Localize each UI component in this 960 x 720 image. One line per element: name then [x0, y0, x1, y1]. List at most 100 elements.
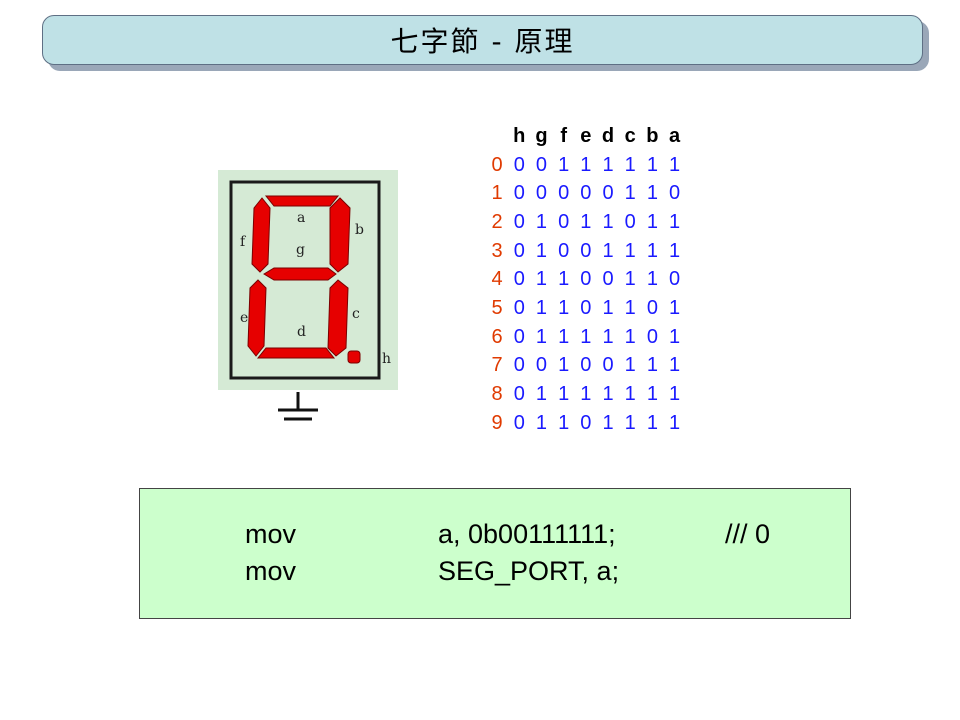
- bit-cell: 0: [513, 296, 525, 319]
- segment-g: [263, 267, 337, 281]
- bit-cell: 1: [669, 411, 681, 434]
- table-row: 000111111: [486, 151, 686, 180]
- header-cell: f: [560, 124, 567, 147]
- code-block: mov a, 0b00111111; /// 0 mov SEG_PORT, a…: [139, 488, 851, 619]
- bit-cell: 1: [602, 153, 614, 176]
- seven-segment-diagram: a b c d e f g h: [218, 170, 398, 421]
- bit-cell: 1: [669, 210, 681, 233]
- bit-cell: 1: [669, 325, 681, 348]
- bit-cell: 0: [513, 411, 525, 434]
- bit-cell: 1: [535, 296, 548, 319]
- bit-cell: 1: [624, 182, 636, 205]
- bit-cell: 1: [624, 354, 636, 377]
- bit-cell: 1: [535, 383, 548, 406]
- bit-cell: 0: [580, 182, 592, 205]
- bit-cell: 0: [624, 210, 636, 233]
- bit-cell: 1: [535, 239, 548, 262]
- bit-cell: 0: [580, 268, 592, 291]
- bit-cell: 0: [669, 182, 681, 205]
- bit-cell: 1: [624, 383, 636, 406]
- bit-cell: 1: [558, 296, 570, 319]
- header-cell: h: [513, 124, 526, 147]
- header-cell: d: [601, 124, 615, 147]
- code-line-2-op: mov: [245, 556, 297, 586]
- bit-cell: 0: [513, 354, 525, 377]
- header-cell: g: [535, 124, 548, 147]
- bit-cell: 1: [580, 153, 592, 176]
- bit-cell: 1: [669, 383, 681, 406]
- code-line-1-args: a, 0b00111111;: [438, 519, 616, 549]
- bit-cell: 0: [535, 354, 548, 377]
- label-g: g: [296, 242, 305, 258]
- bit-cell: 0: [602, 182, 614, 205]
- label-b: b: [355, 222, 364, 238]
- bit-cell: 1: [602, 383, 614, 406]
- bit-cell: 0: [580, 239, 592, 262]
- segment-a: [264, 195, 340, 207]
- bit-cell: 1: [624, 153, 636, 176]
- digit-cell: 8: [491, 383, 503, 406]
- bit-cell: 1: [535, 268, 548, 291]
- digit-cell: 7: [491, 354, 503, 377]
- digit-cell: 6: [491, 325, 503, 348]
- bit-cell: 1: [669, 354, 681, 377]
- segment-d: [256, 347, 336, 359]
- bit-cell: 0: [580, 354, 592, 377]
- bit-cell: 1: [580, 383, 592, 406]
- bit-cell: 1: [558, 325, 570, 348]
- bit-cell: 1: [624, 296, 636, 319]
- bit-cell: 1: [646, 239, 658, 262]
- bit-cell: 1: [646, 210, 658, 233]
- bit-cell: 0: [669, 268, 681, 291]
- bit-cell: 0: [602, 268, 614, 291]
- bit-cell: 0: [535, 153, 548, 176]
- table-row: 601111101: [486, 323, 686, 352]
- bit-cell: 0: [513, 383, 525, 406]
- bit-cell: 1: [624, 239, 636, 262]
- label-h: h: [382, 351, 391, 367]
- bit-cell: 1: [602, 411, 614, 434]
- bit-cell: 1: [646, 153, 658, 176]
- bit-cell: 1: [624, 268, 636, 291]
- bit-cell: 1: [669, 239, 681, 262]
- bit-cell: 1: [558, 411, 570, 434]
- digit-cell: 4: [491, 268, 503, 291]
- table-row: 100000110: [486, 179, 686, 208]
- bit-cell: 1: [669, 153, 681, 176]
- digit-cell: 0: [491, 153, 503, 176]
- bit-cell: 0: [513, 182, 525, 205]
- bit-cell: 1: [602, 210, 614, 233]
- bit-cell: 0: [580, 296, 592, 319]
- table-row: 901101111: [486, 409, 686, 438]
- label-a: a: [297, 210, 305, 226]
- bit-cell: 0: [513, 268, 525, 291]
- bit-cell: 0: [513, 210, 525, 233]
- label-e: e: [240, 310, 248, 326]
- bit-cell: 0: [558, 210, 570, 233]
- digit-cell: 1: [491, 182, 503, 205]
- bit-cell: 1: [602, 296, 614, 319]
- segment-c: [327, 279, 349, 357]
- bit-cell: 1: [558, 268, 570, 291]
- bit-cell: 0: [558, 182, 570, 205]
- table-row: 301001111: [486, 237, 686, 266]
- table-row: 201011011: [486, 208, 686, 237]
- table-row: 401100110: [486, 265, 686, 294]
- digit-cell: 3: [491, 239, 503, 262]
- bit-cell: 1: [646, 354, 658, 377]
- bit-cell: 1: [558, 153, 570, 176]
- bit-cell: 1: [558, 383, 570, 406]
- bit-cell: 1: [624, 325, 636, 348]
- segment-b: [329, 197, 351, 273]
- table-row: 700100111: [486, 352, 686, 381]
- label-d: d: [297, 324, 306, 340]
- bit-cell: 1: [646, 383, 658, 406]
- bit-cell: 0: [535, 182, 548, 205]
- segment-e: [247, 279, 267, 357]
- code-line-1-op: mov: [245, 519, 297, 549]
- bit-cell: 1: [580, 210, 592, 233]
- label-c: c: [352, 306, 360, 322]
- truth-table: hgfedcba 0001111111000001102010110113010…: [486, 122, 686, 438]
- bit-cell: 1: [624, 411, 636, 434]
- ground-symbol: [278, 392, 318, 421]
